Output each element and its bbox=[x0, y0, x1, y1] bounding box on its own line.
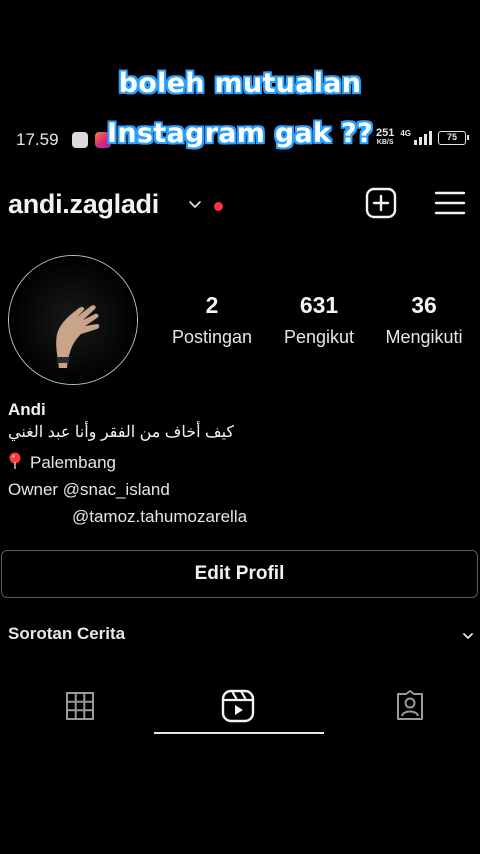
followers-count: 631 bbox=[299, 292, 339, 318]
story-highlights-toggle[interactable]: Sorotan Cerita bbox=[8, 624, 474, 648]
stat-followers[interactable]: 631 Pengikut bbox=[278, 292, 360, 348]
username-switcher[interactable]: andi.zagladi bbox=[8, 189, 159, 220]
active-tab-indicator bbox=[154, 732, 324, 734]
edit-profile-button[interactable]: Edit Profil bbox=[1, 550, 478, 598]
hand-photo bbox=[9, 256, 137, 384]
bio-second-handle[interactable]: @tamoz.tahumozarella bbox=[8, 504, 468, 531]
menu-icon[interactable] bbox=[434, 189, 466, 217]
profile-stats: 2 Postingan 631 Pengikut 36 Mengikuti bbox=[160, 292, 476, 362]
chevron-down-icon bbox=[463, 633, 473, 639]
chevron-down-icon[interactable] bbox=[188, 197, 202, 211]
tagged-icon bbox=[397, 690, 423, 720]
reels-icon bbox=[221, 689, 255, 723]
location-pin-icon bbox=[9, 452, 21, 469]
stat-following[interactable]: 36 Mengikuti bbox=[378, 292, 470, 348]
location-text: Palembang bbox=[30, 453, 117, 472]
posts-label: Postingan bbox=[171, 327, 253, 347]
followers-label: Pengikut bbox=[283, 327, 355, 347]
profile-bio: Andi كيف أخاف من الفقر وأنا عبد الغني Pa… bbox=[8, 400, 468, 531]
bio-owner-line[interactable]: Owner @snac_island bbox=[8, 477, 468, 504]
stat-posts[interactable]: 2 Postingan bbox=[166, 292, 258, 348]
content-tabs bbox=[0, 680, 480, 736]
caption-line-2: Instagram gak ?? bbox=[107, 118, 373, 149]
following-count: 36 bbox=[411, 292, 437, 318]
profile-header: andi.zagladi bbox=[0, 185, 480, 225]
instagram-profile-screen: boleh mutualan Instagram gak ?? 17.59 25… bbox=[0, 0, 480, 854]
bio-arabic-text: كيف أخاف من الفقر وأنا عبد الغني bbox=[8, 424, 235, 441]
following-label: Mengikuti bbox=[385, 327, 463, 347]
bio-location: Palembang bbox=[8, 450, 468, 477]
profile-avatar[interactable] bbox=[8, 255, 138, 385]
caption-line-1: boleh mutualan bbox=[118, 68, 362, 99]
posts-count: 2 bbox=[205, 292, 219, 318]
display-name: Andi bbox=[8, 400, 46, 419]
tab-reels[interactable] bbox=[158, 680, 318, 732]
tab-posts-grid[interactable] bbox=[0, 680, 160, 732]
highlights-label: Sorotan Cerita bbox=[8, 624, 126, 643]
notification-dot bbox=[214, 202, 223, 211]
tab-tagged[interactable] bbox=[330, 680, 480, 732]
grid-icon bbox=[66, 692, 94, 720]
add-post-icon[interactable] bbox=[365, 187, 397, 219]
